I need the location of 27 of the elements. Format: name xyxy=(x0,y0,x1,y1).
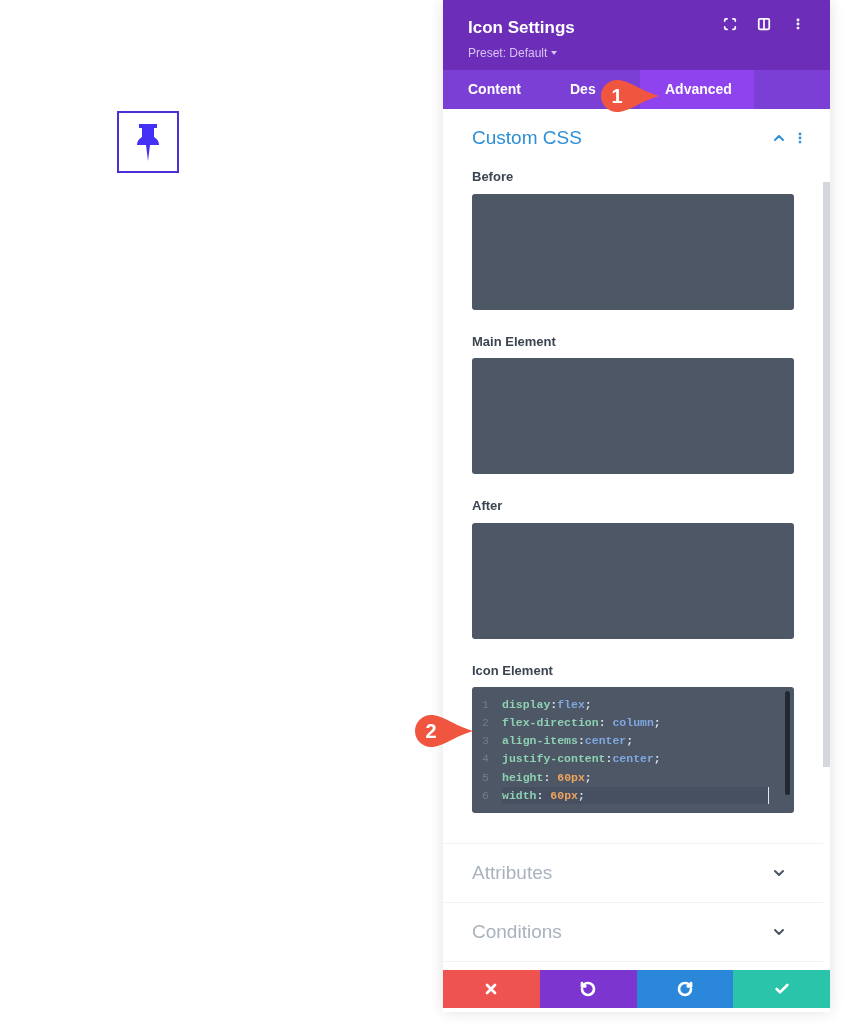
panel-title: Icon Settings xyxy=(468,17,575,39)
field-label: After xyxy=(472,497,504,515)
preset-dropdown[interactable]: Preset: Default xyxy=(468,43,575,62)
code-line: height: 60px; xyxy=(502,769,593,786)
field-label: Main Element xyxy=(472,332,557,351)
tab[interactable]: Content xyxy=(443,70,545,109)
code-line: align-items:center; xyxy=(502,733,635,750)
split-view-icon[interactable] xyxy=(757,17,771,31)
scrollbar[interactable] xyxy=(785,691,790,795)
field-label: Before xyxy=(472,168,515,186)
field-label: Icon Element xyxy=(472,661,554,680)
tab[interactable]: Advanced xyxy=(640,70,754,109)
code-line: justify-content:center; xyxy=(502,751,662,768)
redo-button[interactable] xyxy=(636,970,734,1008)
redo-icon xyxy=(676,981,693,997)
section-title[interactable]: Custom CSS xyxy=(472,123,582,153)
panel-scrollbar[interactable] xyxy=(823,182,830,767)
tab[interactable]: Des xyxy=(545,70,597,109)
undo-icon xyxy=(580,981,597,997)
icon-module[interactable] xyxy=(117,111,179,173)
code-line: display:flex; xyxy=(502,696,593,713)
code-line: flex-direction: column; xyxy=(502,714,662,731)
callout-tooltip: 1 xyxy=(599,78,661,114)
checkmark-icon xyxy=(773,981,790,997)
undo-button[interactable] xyxy=(539,970,637,1008)
callout-tooltip: 2 xyxy=(413,713,475,749)
fullscreen-icon[interactable] xyxy=(723,17,737,31)
